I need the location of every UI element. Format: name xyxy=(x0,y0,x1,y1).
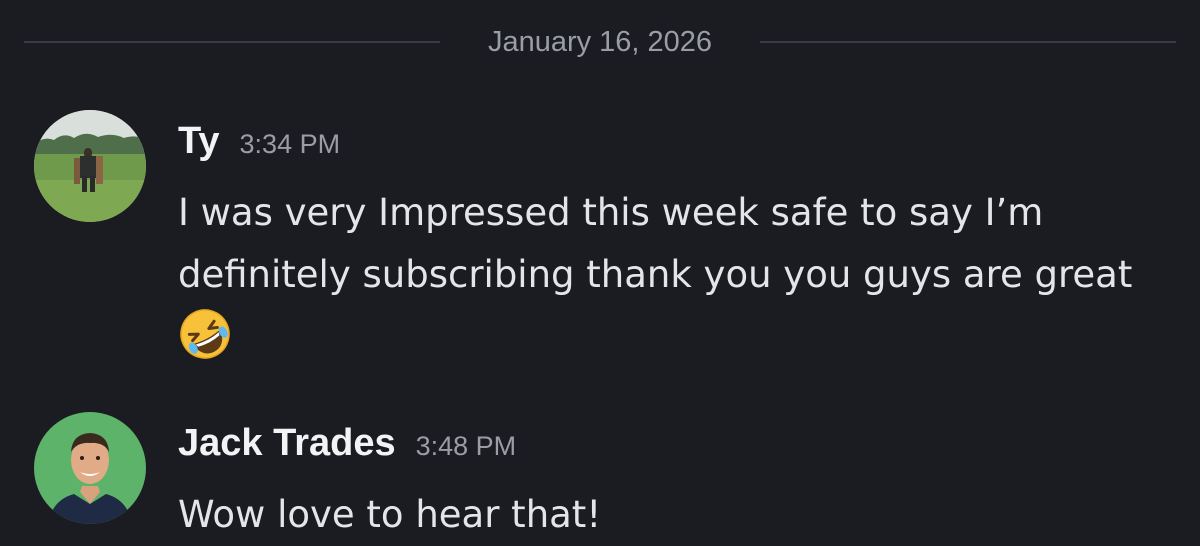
username[interactable]: Jack Trades xyxy=(178,422,396,464)
divider-date: January 16, 2026 xyxy=(487,26,713,58)
message-text: Wow love to hear that! xyxy=(178,484,1138,546)
divider-line-left xyxy=(24,41,440,43)
avatar-jack-trades[interactable] xyxy=(34,412,146,524)
avatar-ty[interactable] xyxy=(34,110,146,222)
message-text: I was very Impressed this week safe to s… xyxy=(178,182,1138,368)
message-header: Ty 3:34 PM xyxy=(178,120,340,176)
divider-line-right xyxy=(760,41,1176,43)
timestamp: 3:34 PM xyxy=(239,129,341,159)
timestamp: 3:48 PM xyxy=(415,431,517,461)
avatar-field-photo xyxy=(34,110,146,222)
avatar-portrait-green-background xyxy=(34,412,146,524)
message-content: Wow love to hear that! xyxy=(178,493,602,536)
message-header: Jack Trades 3:48 PM xyxy=(178,422,516,478)
message-content: I was very Impressed this week safe to s… xyxy=(178,191,1133,296)
rolling-on-the-floor-laughing-emoji-icon xyxy=(180,309,230,359)
username[interactable]: Ty xyxy=(178,120,220,162)
date-divider: January 16, 2026 xyxy=(0,22,1200,62)
